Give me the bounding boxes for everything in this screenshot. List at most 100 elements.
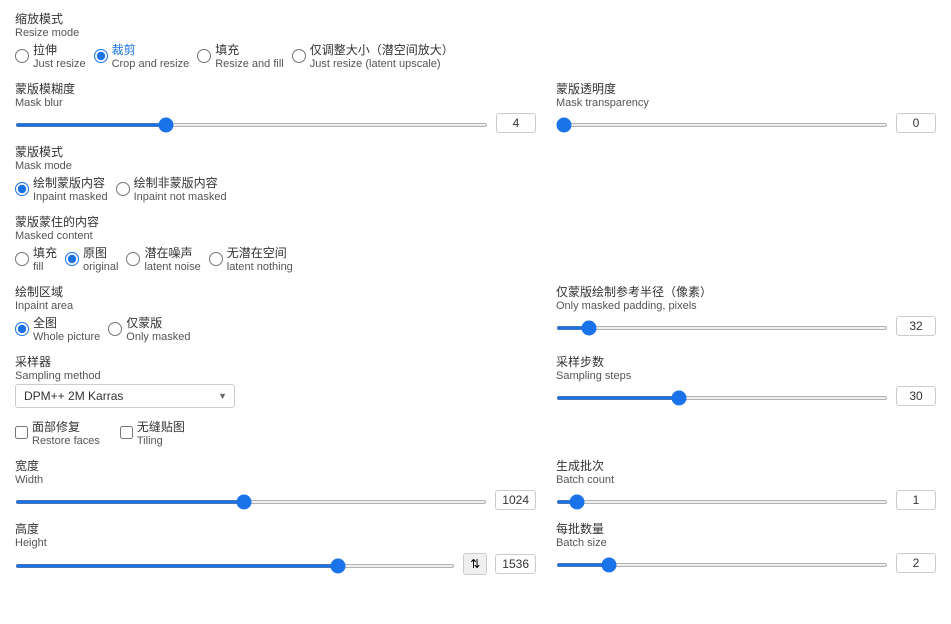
width-cn: 宽度 bbox=[15, 457, 536, 474]
resize-mode-cn: 缩放模式 bbox=[15, 10, 936, 27]
height-value[interactable]: 1536 bbox=[495, 554, 536, 574]
mask-transparency-cn: 蒙版透明度 bbox=[556, 80, 936, 97]
mask-transparency-en: Mask transparency bbox=[556, 97, 936, 109]
masked-content-options: 填充 fill 原图 original 潜在噪声 latent noise 无潜… bbox=[15, 244, 936, 273]
batch-count-slider[interactable] bbox=[556, 500, 888, 504]
masked-content-1[interactable]: 原图 original bbox=[65, 244, 118, 273]
sampling-steps-slider[interactable] bbox=[556, 396, 888, 400]
restore-faces-label: 面部修复 Restore faces bbox=[32, 418, 100, 447]
masked-content-0[interactable]: 填充 fill bbox=[15, 244, 57, 273]
masked-content-section: 蒙版蒙住的内容 Masked content 填充 fill 原图 origin… bbox=[15, 213, 936, 273]
mask-mode-en: Mask mode bbox=[15, 160, 936, 172]
swap-dimensions-button[interactable]: ⇅ bbox=[463, 553, 487, 575]
inpaint-area-left: 绘制区域 Inpaint area 全图 Whole picture 仅蒙版 O… bbox=[15, 283, 536, 343]
inpaint-area-0[interactable]: 全图 Whole picture bbox=[15, 314, 100, 343]
inpaint-area-cn: 绘制区域 bbox=[15, 283, 536, 300]
sampling-section: 采样器 Sampling method DPM++ 2M Karras Eule… bbox=[15, 353, 936, 408]
sampling-method-select[interactable]: DPM++ 2M Karras Euler a DDIM bbox=[15, 384, 235, 408]
resize-option-3[interactable]: 仅调整大小（潜空间放大） Just resize (latent upscale… bbox=[292, 41, 454, 70]
masked-content-2[interactable]: 潜在噪声 latent noise bbox=[126, 244, 200, 273]
mask-transparency-slider-container bbox=[556, 116, 888, 130]
mask-mode-radio-0[interactable] bbox=[15, 182, 29, 196]
height-en: Height bbox=[15, 537, 536, 549]
batch-size-section: 每批数量 Batch size 2 bbox=[556, 520, 936, 573]
mask-blur-value[interactable]: 4 bbox=[496, 113, 536, 133]
mask-blur-slider-container bbox=[15, 116, 488, 130]
masked-content-en: Masked content bbox=[15, 230, 936, 242]
resize-option-1[interactable]: 裁剪 Crop and resize bbox=[94, 41, 190, 70]
resize-option-0[interactable]: 拉伸 Just resize bbox=[15, 41, 86, 70]
height-cn: 高度 bbox=[15, 520, 536, 537]
mask-blur-en: Mask blur bbox=[15, 97, 536, 109]
sampling-method-wrapper[interactable]: DPM++ 2M Karras Euler a DDIM bbox=[15, 384, 235, 408]
mask-blur-cn: 蒙版模糊度 bbox=[15, 80, 536, 97]
mask-blur-section: 蒙版模糊度 Mask blur 4 bbox=[15, 80, 536, 133]
resize-label-2: 填充 Resize and fill bbox=[215, 41, 283, 70]
resize-radio-1[interactable] bbox=[94, 49, 108, 63]
resize-mode-options: 拉伸 Just resize 裁剪 Crop and resize 填充 Res… bbox=[15, 41, 936, 70]
mask-mode-1[interactable]: 绘制非蒙版内容 Inpaint not masked bbox=[116, 174, 227, 203]
inpaint-area-radio-0[interactable] bbox=[15, 322, 29, 336]
inpaint-area-options: 全图 Whole picture 仅蒙版 Only masked bbox=[15, 314, 536, 343]
padding-cn: 仅蒙版绘制参考半径（像素） bbox=[556, 283, 936, 300]
width-slider-container bbox=[15, 493, 487, 507]
padding-slider[interactable] bbox=[556, 326, 888, 330]
width-value[interactable]: 1024 bbox=[495, 490, 536, 510]
height-slider[interactable] bbox=[15, 564, 455, 568]
batch-count-en: Batch count bbox=[556, 474, 936, 486]
padding-value[interactable]: 32 bbox=[896, 316, 936, 336]
resize-mode-label: 缩放模式 Resize mode bbox=[15, 10, 936, 39]
batch-size-slider[interactable] bbox=[556, 563, 888, 567]
width-slider[interactable] bbox=[15, 500, 487, 504]
resize-mode-en: Resize mode bbox=[15, 27, 936, 39]
mask-mode-0[interactable]: 绘制蒙版内容 Inpaint masked bbox=[15, 174, 108, 203]
mask-transparency-row: 0 bbox=[556, 113, 936, 133]
sampling-method-en: Sampling method bbox=[15, 370, 536, 382]
batch-size-value[interactable]: 2 bbox=[896, 553, 936, 573]
resize-radio-3[interactable] bbox=[292, 49, 306, 63]
resize-label-0: 拉伸 Just resize bbox=[33, 41, 86, 70]
padding-slider-container bbox=[556, 319, 888, 333]
sampling-steps-row: 30 bbox=[556, 386, 936, 406]
resize-radio-2[interactable] bbox=[197, 49, 211, 63]
width-row: 1024 bbox=[15, 490, 536, 510]
batch-count-value[interactable]: 1 bbox=[896, 490, 936, 510]
mask-transparency-section: 蒙版透明度 Mask transparency 0 bbox=[556, 80, 936, 133]
batch-size-cn: 每批数量 bbox=[556, 520, 936, 537]
mask-blur-slider[interactable] bbox=[15, 123, 488, 127]
masked-content-radio-2[interactable] bbox=[126, 252, 140, 266]
inpaint-area-section: 绘制区域 Inpaint area 全图 Whole picture 仅蒙版 O… bbox=[15, 283, 936, 343]
sampling-steps-cn: 采样步数 bbox=[556, 353, 936, 370]
resize-option-2[interactable]: 填充 Resize and fill bbox=[197, 41, 283, 70]
sampling-steps-value[interactable]: 30 bbox=[896, 386, 936, 406]
restore-faces-checkbox[interactable] bbox=[15, 426, 28, 439]
padding-row: 32 bbox=[556, 316, 936, 336]
masked-content-radio-3[interactable] bbox=[209, 252, 223, 266]
sampling-method-section: 采样器 Sampling method DPM++ 2M Karras Eule… bbox=[15, 353, 536, 408]
mask-transparency-value[interactable]: 0 bbox=[896, 113, 936, 133]
mask-mode-radio-1[interactable] bbox=[116, 182, 130, 196]
sampling-steps-slider-container bbox=[556, 389, 888, 403]
batch-count-row: 1 bbox=[556, 490, 936, 510]
batch-size-row: 2 bbox=[556, 553, 936, 573]
mask-settings: 蒙版模糊度 Mask blur 4 蒙版透明度 Mask transparenc… bbox=[15, 80, 936, 133]
tiling-checkbox[interactable] bbox=[120, 426, 133, 439]
width-section: 宽度 Width 1024 bbox=[15, 457, 536, 510]
mask-transparency-slider[interactable] bbox=[556, 123, 888, 127]
batch-size-en: Batch size bbox=[556, 537, 936, 549]
resize-mode-section: 缩放模式 Resize mode 拉伸 Just resize 裁剪 Crop … bbox=[15, 10, 936, 70]
resize-radio-0[interactable] bbox=[15, 49, 29, 63]
inpaint-area-1[interactable]: 仅蒙版 Only masked bbox=[108, 314, 190, 343]
tiling-group[interactable]: 无缝贴图 Tiling bbox=[120, 418, 185, 447]
batch-size-slider-container bbox=[556, 556, 888, 570]
restore-faces-group[interactable]: 面部修复 Restore faces bbox=[15, 418, 100, 447]
masked-content-3[interactable]: 无潜在空间 latent nothing bbox=[209, 244, 293, 273]
checkboxes-section: 面部修复 Restore faces 无缝贴图 Tiling bbox=[15, 418, 936, 447]
height-batch-section: 高度 Height ⇅ 1536 每批数量 Batch size 2 bbox=[15, 520, 936, 575]
masked-content-radio-1[interactable] bbox=[65, 252, 79, 266]
masked-content-radio-0[interactable] bbox=[15, 252, 29, 266]
inpaint-area-radio-1[interactable] bbox=[108, 322, 122, 336]
masked-content-cn: 蒙版蒙住的内容 bbox=[15, 213, 936, 230]
height-section: 高度 Height ⇅ 1536 bbox=[15, 520, 536, 575]
resize-label-3: 仅调整大小（潜空间放大） Just resize (latent upscale… bbox=[310, 41, 454, 70]
